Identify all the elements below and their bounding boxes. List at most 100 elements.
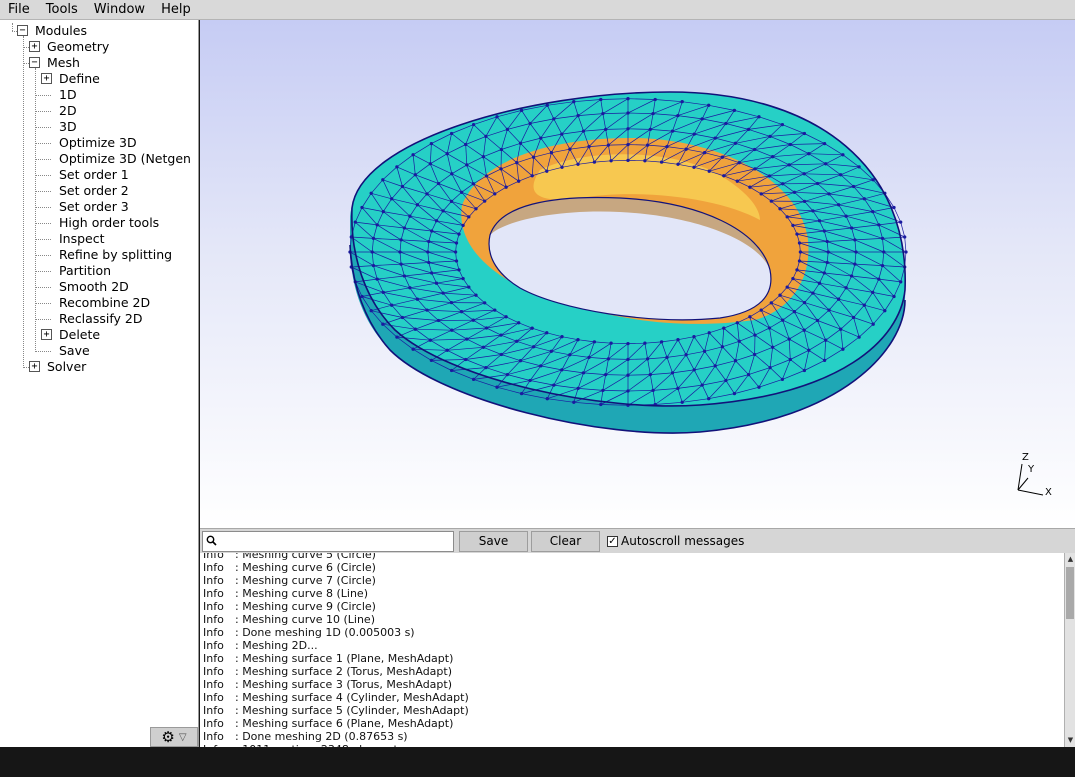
mesh-vertex bbox=[844, 286, 848, 290]
mesh-vertex bbox=[827, 308, 831, 312]
graphics-viewport[interactable]: Z Y X bbox=[200, 20, 1075, 528]
clear-messages-button[interactable]: Clear bbox=[531, 531, 600, 552]
mesh-vertex bbox=[581, 129, 586, 133]
tree-label-set-order-3: Set order 3 bbox=[59, 199, 129, 214]
collapse-icon[interactable]: − bbox=[17, 25, 28, 36]
mesh-vertex bbox=[601, 111, 605, 116]
save-messages-button[interactable]: Save bbox=[459, 531, 528, 552]
mesh-vertex bbox=[445, 348, 449, 352]
message-search-input[interactable] bbox=[202, 531, 454, 552]
mesh-vertex bbox=[844, 214, 848, 218]
mesh-vertex bbox=[560, 132, 564, 136]
message-line: Info: Meshing curve 10 (Line) bbox=[203, 613, 375, 626]
mesh-vertex bbox=[484, 326, 489, 330]
expand-icon[interactable]: + bbox=[41, 73, 52, 84]
menu-file[interactable]: File bbox=[0, 0, 38, 19]
message-console[interactable]: Info: Meshing curve 5 (Circle) Info: Mesh… bbox=[200, 553, 1064, 747]
mesh-vertex bbox=[903, 235, 907, 239]
mesh-vertex bbox=[606, 143, 611, 147]
mesh-vertex bbox=[732, 391, 737, 396]
mesh-edge bbox=[627, 358, 648, 360]
autoscroll-checkbox[interactable]: ✓ bbox=[607, 535, 618, 547]
mesh-vertex bbox=[499, 333, 503, 337]
mesh-vertex bbox=[457, 268, 461, 272]
mesh-vertex bbox=[381, 322, 385, 326]
mesh-vertex bbox=[493, 308, 497, 312]
message-text: : Meshing 2D... bbox=[235, 639, 318, 652]
mesh-vertex bbox=[399, 262, 403, 266]
mesh-vertex bbox=[787, 337, 791, 341]
autoscroll-toggle[interactable]: ✓ Autoscroll messages bbox=[607, 534, 744, 548]
mesh-vertex bbox=[797, 241, 802, 245]
collapse-icon[interactable]: − bbox=[29, 57, 40, 68]
mesh-vertex bbox=[353, 220, 357, 224]
mesh-vertex bbox=[395, 165, 399, 169]
menu-window[interactable]: Window bbox=[86, 0, 153, 19]
mesh-vertex bbox=[780, 122, 785, 127]
expand-icon[interactable]: + bbox=[41, 329, 52, 340]
module-tree: − Modules + Geometry − Mesh + Define 1D … bbox=[0, 20, 199, 747]
mesh-vertex bbox=[465, 337, 469, 341]
mesh-vertex bbox=[626, 341, 630, 346]
mesh-vertex bbox=[735, 321, 739, 325]
mesh-vertex bbox=[722, 326, 726, 330]
mesh-vertex bbox=[400, 315, 405, 320]
mesh-vertex bbox=[826, 250, 830, 254]
mesh-vertex bbox=[759, 308, 763, 312]
expand-icon[interactable]: + bbox=[29, 361, 40, 372]
mesh-vertex bbox=[609, 159, 613, 163]
mesh-vertex bbox=[880, 263, 885, 268]
options-gear-button[interactable]: ⚙ ▽ bbox=[150, 727, 198, 747]
mesh-vertex bbox=[781, 318, 785, 322]
axis-z-label: Z bbox=[1022, 452, 1029, 463]
mesh-vertex bbox=[587, 144, 591, 149]
scrollbar-thumb[interactable] bbox=[1066, 567, 1074, 619]
mesh-vertex bbox=[504, 185, 508, 189]
menu-help[interactable]: Help bbox=[153, 0, 199, 19]
tree-label-mesh: Mesh bbox=[47, 55, 80, 70]
mesh-vertex bbox=[692, 335, 696, 339]
mesh-vertex bbox=[531, 345, 536, 349]
mesh-vertex bbox=[854, 250, 858, 254]
message-level: Info bbox=[203, 561, 224, 574]
mesh-vertex bbox=[648, 127, 652, 132]
mesh-vertex bbox=[399, 238, 403, 242]
mesh-vertex bbox=[770, 155, 775, 159]
mesh-vertex bbox=[757, 385, 761, 389]
mesh-edge bbox=[627, 144, 648, 146]
mesh-vertex bbox=[430, 271, 434, 275]
mesh-vertex bbox=[822, 141, 827, 146]
message-level: Info bbox=[203, 600, 224, 613]
mesh-vertex bbox=[390, 303, 394, 307]
message-text: : Meshing surface 5 (Cylinder, MeshAdapt… bbox=[235, 704, 469, 717]
mesh-vertex bbox=[851, 184, 856, 189]
scroll-up-arrow-icon[interactable]: ▲ bbox=[1066, 555, 1075, 564]
expand-icon[interactable]: + bbox=[29, 41, 40, 52]
mesh-vertex bbox=[769, 301, 773, 305]
tree-line bbox=[35, 95, 51, 96]
mesh-vertex bbox=[871, 209, 875, 214]
save-button-label: Save bbox=[478, 534, 509, 548]
mesh-vertex bbox=[836, 203, 841, 207]
mesh-vertex bbox=[449, 300, 454, 305]
tree-label-define: Define bbox=[59, 71, 100, 86]
mesh-vertex bbox=[748, 315, 752, 319]
mesh-vertex bbox=[692, 132, 696, 136]
axis-y-label: Y bbox=[1027, 464, 1035, 475]
mesh-vertex bbox=[471, 318, 475, 322]
mesh-vertex bbox=[528, 121, 532, 126]
scroll-down-arrow-icon[interactable]: ▼ bbox=[1066, 736, 1075, 745]
mesh-vertex bbox=[882, 250, 886, 254]
menu-tools[interactable]: Tools bbox=[38, 0, 86, 19]
mesh-vertex bbox=[724, 378, 728, 383]
mesh-vertex bbox=[665, 144, 669, 149]
mesh-vertex bbox=[545, 169, 549, 173]
message-level: Info bbox=[203, 704, 224, 717]
mesh-vertex bbox=[449, 368, 454, 373]
tree-label-save: Save bbox=[59, 343, 90, 358]
message-scrollbar[interactable]: ▲ ▼ bbox=[1064, 553, 1075, 747]
mesh-vertex bbox=[413, 327, 417, 331]
mesh-vertex bbox=[849, 226, 854, 230]
mesh-vertex bbox=[483, 199, 487, 203]
mesh-vertex bbox=[825, 239, 829, 244]
